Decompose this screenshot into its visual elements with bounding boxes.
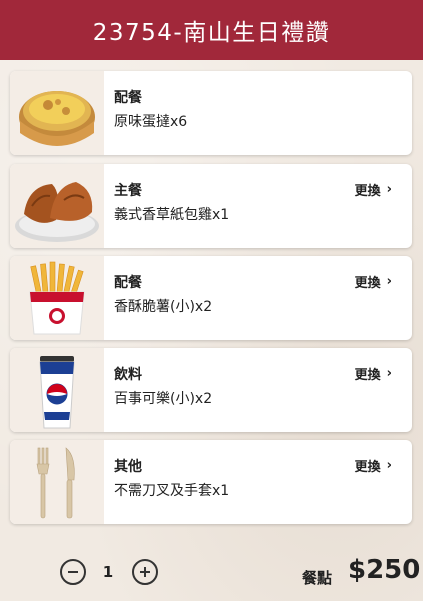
item-description: 原味蛋撻x6 xyxy=(114,114,188,130)
change-item-button[interactable]: 更換 › xyxy=(355,272,392,291)
meal-item-card: 飲料 百事可樂(小)x2 更換 › xyxy=(10,348,412,432)
item-category: 配餐 xyxy=(114,275,142,291)
item-description: 義式香草紙包雞x1 xyxy=(114,207,230,223)
chevron-right-icon: › xyxy=(386,182,392,197)
fork-knife-image xyxy=(10,440,104,524)
item-category: 飲料 xyxy=(114,367,142,383)
change-label: 更換 xyxy=(354,184,381,199)
item-category: 配餐 xyxy=(114,90,142,106)
item-category: 其他 xyxy=(114,459,142,475)
chevron-right-icon: › xyxy=(386,366,392,381)
fried-chicken-image xyxy=(10,164,104,248)
change-label: 更換 xyxy=(354,276,381,291)
quantity-value: 1 xyxy=(102,563,114,581)
change-label: 更換 xyxy=(354,460,381,475)
change-item-button[interactable]: 更換 › xyxy=(355,180,392,199)
french-fries-image xyxy=(10,256,104,340)
minus-icon xyxy=(68,571,78,573)
plus-icon xyxy=(140,567,150,577)
points-label: 餐點 xyxy=(302,569,333,587)
item-category: 主餐 xyxy=(114,183,142,199)
page-title: 23754-南山生日禮讚 xyxy=(92,20,331,46)
egg-tart-image xyxy=(10,71,104,155)
change-item-button[interactable]: 更換 › xyxy=(355,456,392,475)
item-description: 百事可樂(小)x2 xyxy=(114,391,213,407)
decrease-quantity-button[interactable] xyxy=(60,559,86,585)
item-description: 香酥脆薯(小)x2 xyxy=(114,299,213,315)
order-footer: 1 餐點 $250 xyxy=(0,545,423,601)
increase-quantity-button[interactable] xyxy=(132,559,158,585)
change-item-button[interactable]: 更換 › xyxy=(355,364,392,383)
page-header: 23754-南山生日禮讚 xyxy=(0,0,423,60)
item-description: 不需刀叉及手套x1 xyxy=(114,483,230,499)
meal-item-card: 配餐 原味蛋撻x6 xyxy=(10,71,412,155)
meal-item-card: 配餐 香酥脆薯(小)x2 更換 › xyxy=(10,256,412,340)
price-value: $250 xyxy=(348,555,421,585)
chevron-right-icon: › xyxy=(386,458,392,473)
pepsi-cup-image xyxy=(10,348,104,432)
meal-item-card: 其他 不需刀叉及手套x1 更換 › xyxy=(10,440,412,524)
change-label: 更換 xyxy=(354,368,381,383)
meal-item-card: 主餐 義式香草紙包雞x1 更換 › xyxy=(10,164,412,248)
chevron-right-icon: › xyxy=(386,274,392,289)
